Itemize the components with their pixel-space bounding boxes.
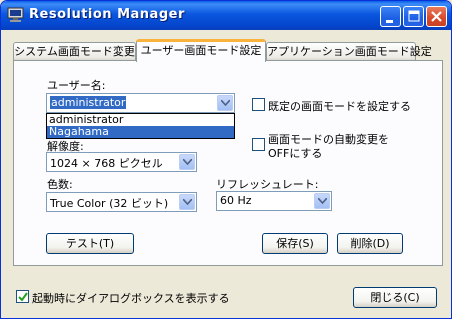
checkmark-icon [18,292,28,302]
close-button[interactable]: 閉じる(C) [353,287,437,308]
show-dialog-on-startup-checkbox[interactable] [16,290,29,303]
maximize-icon [408,10,420,22]
user-name-value: administrator [50,96,127,109]
tab-strip: システム画面モード変更 ユーザー画面モード設定 アプリケーション画面モード設定 [13,39,443,62]
tab-system-mode[interactable]: システム画面モード変更 [13,42,136,61]
refresh-rate-value: 60 Hz [220,194,252,207]
resolution-select[interactable]: 1024 × 768 ピクセル [46,152,197,172]
show-dialog-on-startup-label: 起動時にダイアログボックスを表示する [32,292,230,305]
default-mode-checkbox[interactable] [252,98,265,111]
title-bar[interactable]: Resolution Manager [1,1,451,30]
default-mode-label: 既定の画面モードを設定する [268,100,411,113]
refresh-rate-label: リフレッシュレート: [216,178,319,191]
refresh-rate-select[interactable]: 60 Hz [216,191,332,211]
close-window-button[interactable] [426,6,447,27]
user-name-dropdown-list: administrator Nagahama [46,113,235,139]
user-name-label: ユーザー名: [47,79,106,92]
tab-application-mode[interactable]: アプリケーション画面モード設定 [266,42,432,61]
maximize-button[interactable] [403,6,424,27]
color-depth-select[interactable]: True Color (32 ビット) [46,192,197,212]
auto-change-off-label-line2: OFFにする [268,147,323,160]
chevron-down-icon[interactable] [179,194,195,210]
resolution-value: 1024 × 768 ピクセル [50,157,163,170]
user-name-select[interactable]: administrator [46,93,235,113]
tab-user-mode[interactable]: ユーザー画面モード設定 [136,39,266,62]
save-button[interactable]: 保存(S) [262,233,328,254]
color-depth-value: True Color (32 ビット) [50,197,169,210]
resolution-manager-window: Resolution Manager システム画面モード変更 ユーザー画面モード… [0,0,452,319]
color-depth-label: 色数: [47,178,73,191]
test-button[interactable]: テスト(T) [46,233,134,254]
window-title: Resolution Manager [29,7,185,22]
user-option-nagahama[interactable]: Nagahama [47,126,234,138]
auto-change-off-checkbox[interactable] [252,138,265,151]
chevron-down-icon[interactable] [217,95,233,111]
delete-button[interactable]: 削除(D) [337,233,403,254]
monitor-icon [7,7,24,22]
minimize-icon [386,20,393,23]
chevron-down-icon[interactable] [179,154,195,170]
close-icon [431,11,442,22]
minimize-button[interactable] [380,6,401,27]
chevron-down-icon[interactable] [314,193,330,209]
